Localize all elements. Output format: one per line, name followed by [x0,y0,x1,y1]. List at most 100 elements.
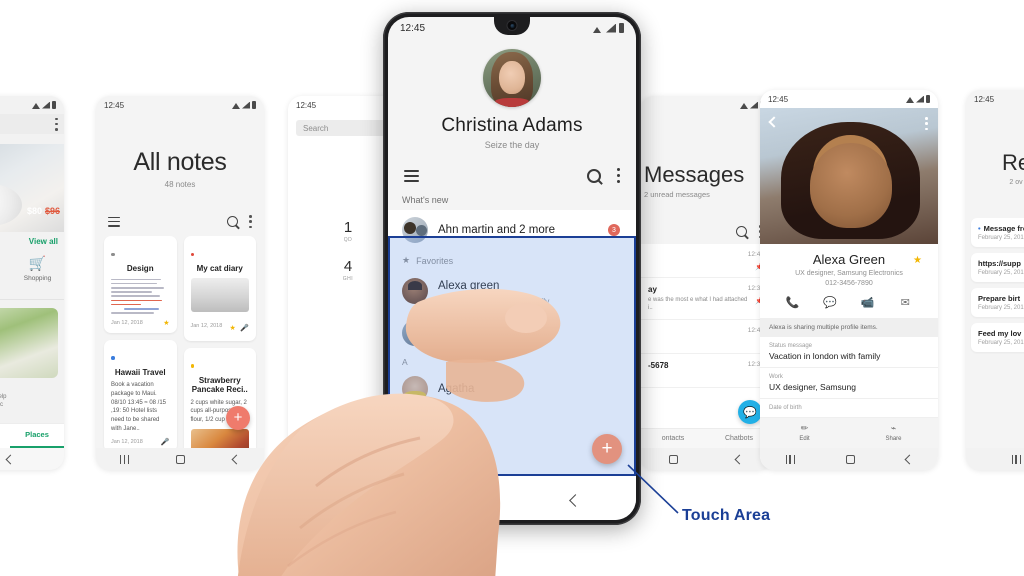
edit-button[interactable]: ✏ Edit [760,418,849,448]
more-options-icon[interactable] [249,215,252,228]
photo-portrait-shape [809,143,892,228]
phone-places[interactable]: $80$96 View all 🏠 mences 🛒 Shopping n Po… [0,96,64,470]
reminder-item[interactable]: Prepare birt February 25, 201 [971,288,1024,317]
page-title: Messages [644,162,745,187]
notes-count: 48 notes [164,180,196,189]
status-bar [640,96,772,114]
wifi-icon [740,102,748,109]
reminder-title: https://supp [978,259,1021,268]
recents-icon[interactable] [1011,454,1021,464]
status-bar: 12:45 [966,90,1024,108]
note-footer: Jan 12, 2018 🎤 [111,438,170,446]
group-name: Ahn martin and 2 more [438,224,555,236]
contact-photo [760,108,938,244]
hamburger-menu-icon[interactable] [404,169,419,182]
note-card[interactable]: Design Jan 12, 2018 ★ [104,236,177,333]
contact-field-status[interactable]: Status message Vacation in london with f… [760,337,938,368]
touch-area-label: Touch Area [682,507,771,524]
reminder-item[interactable]: https://supp February 25, 201 [971,253,1024,282]
food-plate-shape [0,184,22,226]
search-icon[interactable] [227,216,238,227]
signal-icon [42,101,50,109]
page-title: Christina Adams [441,115,583,136]
page-title: Re [1001,150,1024,175]
tab-contacts[interactable]: tacts [0,424,10,448]
tab-contacts[interactable]: ontacts [640,429,706,448]
search-icon[interactable] [587,168,601,183]
signal-icon [916,95,924,103]
profile-status-message: Seize the day [484,140,540,150]
more-options-icon[interactable] [925,117,928,130]
share-button[interactable]: ⌁ Share [849,418,938,448]
contact-field-birthday[interactable]: Date of birth [760,399,938,418]
note-card[interactable]: Hawaii Travel Book a vacation package to… [104,339,177,448]
email-icon[interactable]: ✉ [898,296,912,309]
notes-column-left: Design Jan 12, 2018 ★ Hawaii Travel Book… [104,236,177,448]
hamburger-menu-icon[interactable] [108,216,120,227]
front-camera-icon [507,21,517,30]
message-sender: ay [648,285,657,294]
search-icon[interactable] [736,226,747,237]
status-time: 12:45 [974,94,995,104]
reminder-item[interactable]: Feed my lov February 25, 201 [971,323,1024,352]
microphone-icon: 🎤 [160,439,170,447]
status-time: 12:45 [296,100,317,110]
status-icons [32,101,56,109]
messages-header: Messages 2 unread messages [640,114,772,199]
reminder-title: Prepare birt [978,294,1021,303]
add-contact-button[interactable]: + [592,434,622,464]
note-color-dot [111,252,115,256]
phone-reminders[interactable]: 12:45 Re 2 ov • Message fro February 25, … [966,90,1024,470]
reminder-date: February 25, 201 [978,305,1024,311]
wifi-icon [232,102,240,109]
avatar[interactable] [483,49,541,107]
more-options-icon[interactable] [55,117,58,131]
video-call-icon[interactable]: 📹 [861,296,875,309]
places-topbar [0,114,64,134]
edit-label: Edit [799,436,810,442]
category-home-appliances[interactable]: 🏠 mences [0,253,5,291]
view-all-link[interactable]: View all [0,232,64,249]
message-row[interactable]: 12:40 📌 [640,244,772,278]
messages-action-bar [640,199,772,244]
home-appliance-icon: 🏠 [0,253,5,275]
message-row[interactable]: ay 12:38 e was the most e what I had att… [640,278,772,321]
field-value: UX designer, Samsung [769,382,856,392]
status-bar: 12:45 [96,96,264,114]
navigation-bar [966,448,1024,470]
home-icon[interactable] [176,454,186,464]
contact-field-work[interactable]: Work UX designer, Samsung [760,368,938,399]
tab-places[interactable]: Places [10,424,64,448]
message-row[interactable]: -5678 12:38 [640,354,772,389]
home-icon[interactable] [845,454,855,464]
reminder-title-row: • Message fro [978,224,1024,233]
message-row[interactable]: 12:40 [640,320,772,355]
back-icon[interactable] [904,454,914,464]
battery-icon [926,95,930,103]
signal-icon [242,101,250,109]
back-icon[interactable] [768,116,780,128]
whats-new-label: What's new [402,195,449,205]
phone-contact-detail[interactable]: 12:45 Alexa Green ★ UX designer, Samsung… [760,90,938,470]
category-label: Shopping [23,275,52,282]
call-icon[interactable]: 📞 [786,296,800,309]
phone-messages[interactable]: Messages 2 unread messages 12:40 📌 ay 12… [640,96,772,470]
more-options-icon[interactable] [617,168,620,183]
note-title: Hawaii Travel [114,367,166,377]
star-icon[interactable]: ★ [913,255,922,266]
leader-line [627,464,679,514]
reminder-list: • Message fro February 25, 2017 https://s… [966,218,1024,352]
leader-segment [627,464,679,514]
reminder-item[interactable]: • Message fro February 25, 2017 [971,218,1024,247]
recents-icon[interactable] [119,454,129,464]
avatar-clothing-shape [494,97,530,107]
field-value: Vacation in london with family [769,351,881,361]
message-icon[interactable]: 💬 [823,296,837,309]
note-color-dot [190,364,194,368]
category-shopping[interactable]: 🛒 Shopping [15,253,60,291]
back-icon[interactable] [5,454,15,464]
star-icon[interactable]: ★ [163,319,169,327]
wifi-icon [32,102,40,109]
unread-count: 2 unread messages [644,190,710,199]
new-message-icon[interactable]: 💬 [738,400,762,424]
